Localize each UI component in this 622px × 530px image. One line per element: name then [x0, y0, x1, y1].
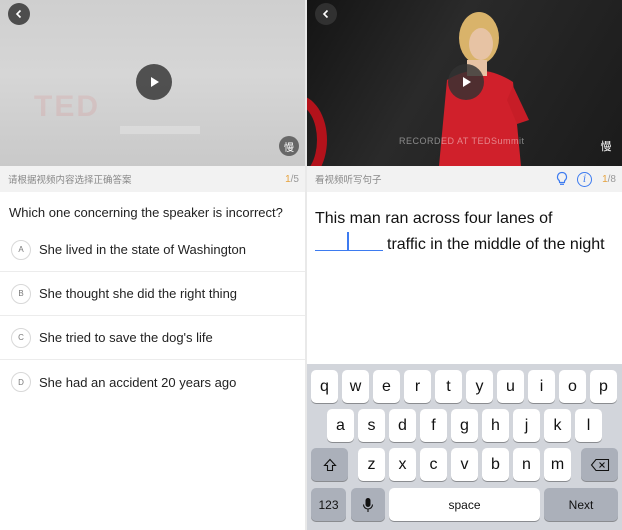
lightbulb-icon[interactable] [555, 171, 569, 187]
key-s[interactable]: s [358, 409, 385, 442]
text-caret [347, 232, 349, 251]
question-text: Which one concerning the speaker is inco… [9, 205, 283, 220]
key-m[interactable]: m [544, 448, 571, 481]
key-u[interactable]: u [497, 370, 524, 403]
delete-key[interactable] [581, 448, 618, 481]
key-k[interactable]: k [544, 409, 571, 442]
space-key[interactable]: space [389, 488, 540, 521]
chevron-left-icon [322, 9, 329, 19]
option-letter: C [11, 327, 31, 348]
key-g[interactable]: g [451, 409, 478, 442]
option-b[interactable]: B She thought she did the right thing [0, 272, 305, 316]
video-player[interactable]: TED 慢 [0, 0, 305, 166]
option-letter: D [11, 372, 31, 392]
option-letter: A [11, 239, 31, 260]
key-j[interactable]: j [513, 409, 540, 442]
sentence-part-before: This man ran across four lanes of [315, 210, 553, 227]
play-icon [151, 77, 159, 87]
progress-counter: 1/5 [285, 173, 299, 185]
video-frame-detail [120, 126, 200, 134]
key-o[interactable]: o [559, 370, 586, 403]
video-caption: RECORDED AT TEDSummit [399, 136, 525, 146]
option-letter: B [11, 283, 31, 304]
key-f[interactable]: f [420, 409, 447, 442]
next-key[interactable]: Next [544, 488, 618, 521]
dictation-panel: RECORDED AT TEDSummit 慢 看视频听写句子 i 1/8 Th… [307, 0, 622, 530]
key-c[interactable]: c [420, 448, 447, 481]
option-text: She thought she did the right thing [39, 286, 238, 301]
key-i[interactable]: i [528, 370, 555, 403]
key-l[interactable]: l [575, 409, 602, 442]
key-d[interactable]: d [389, 409, 416, 442]
key-y[interactable]: y [466, 370, 493, 403]
key-r[interactable]: r [404, 370, 431, 403]
option-text: She tried to save the dog's life [39, 330, 213, 345]
back-button[interactable] [8, 3, 30, 25]
key-e[interactable]: e [373, 370, 400, 403]
key-v[interactable]: v [451, 448, 478, 481]
key-h[interactable]: h [482, 409, 509, 442]
option-c[interactable]: C She tried to save the dog's life [0, 316, 305, 360]
key-p[interactable]: p [590, 370, 617, 403]
info-icon[interactable]: i [577, 171, 593, 187]
option-text: She lived in the state of Washington [39, 242, 246, 257]
key-t[interactable]: t [435, 370, 462, 403]
ted-stage-logo [307, 95, 327, 166]
play-button[interactable] [448, 64, 484, 100]
key-b[interactable]: b [482, 448, 509, 481]
instruction-bar: 请根据视频内容选择正确答案 1/5 [0, 166, 305, 192]
play-icon [463, 77, 471, 87]
video-frame: TED [34, 90, 100, 123]
key-w[interactable]: w [342, 370, 369, 403]
key-a[interactable]: a [327, 409, 354, 442]
shift-key[interactable] [311, 448, 348, 481]
backspace-icon [590, 458, 609, 471]
key-q[interactable]: q [311, 370, 338, 403]
option-text: She had an accident 20 years ago [39, 374, 237, 390]
back-button[interactable] [315, 3, 337, 25]
onscreen-keyboard: q w e r t y u i o p a s d f g h j k l z … [307, 364, 622, 530]
key-n[interactable]: n [513, 448, 540, 481]
quiz-panel: TED 慢 请根据视频内容选择正确答案 1/5 Which one concer… [0, 0, 305, 530]
numbers-key[interactable]: 123 [311, 488, 346, 521]
chevron-left-icon [15, 9, 22, 19]
slow-speed-button[interactable]: 慢 [279, 136, 299, 156]
sentence-part-after: traffic in the middle of the night [387, 236, 605, 253]
option-d[interactable]: D She had an accident 20 years ago [0, 360, 305, 404]
answer-options: A She lived in the state of Washington B… [0, 228, 305, 404]
instruction-text: 请根据视频内容选择正确答案 [8, 175, 132, 186]
shift-icon [322, 458, 337, 471]
dictation-sentence: This man ran across four lanes of traffi… [315, 206, 605, 257]
instruction-text: 看视频听写句子 [315, 175, 382, 186]
option-a[interactable]: A She lived in the state of Washington [0, 228, 305, 272]
answer-blank-input[interactable] [315, 231, 383, 251]
instruction-bar: 看视频听写句子 i 1/8 [307, 166, 622, 192]
play-button[interactable] [136, 64, 172, 100]
video-player[interactable]: RECORDED AT TEDSummit 慢 [307, 0, 622, 166]
slow-speed-button[interactable]: 慢 [596, 136, 616, 156]
key-x[interactable]: x [389, 448, 416, 481]
mic-key[interactable] [351, 488, 385, 521]
microphone-icon [362, 497, 374, 512]
progress-counter: 1/8 [602, 173, 616, 185]
key-z[interactable]: z [358, 448, 385, 481]
